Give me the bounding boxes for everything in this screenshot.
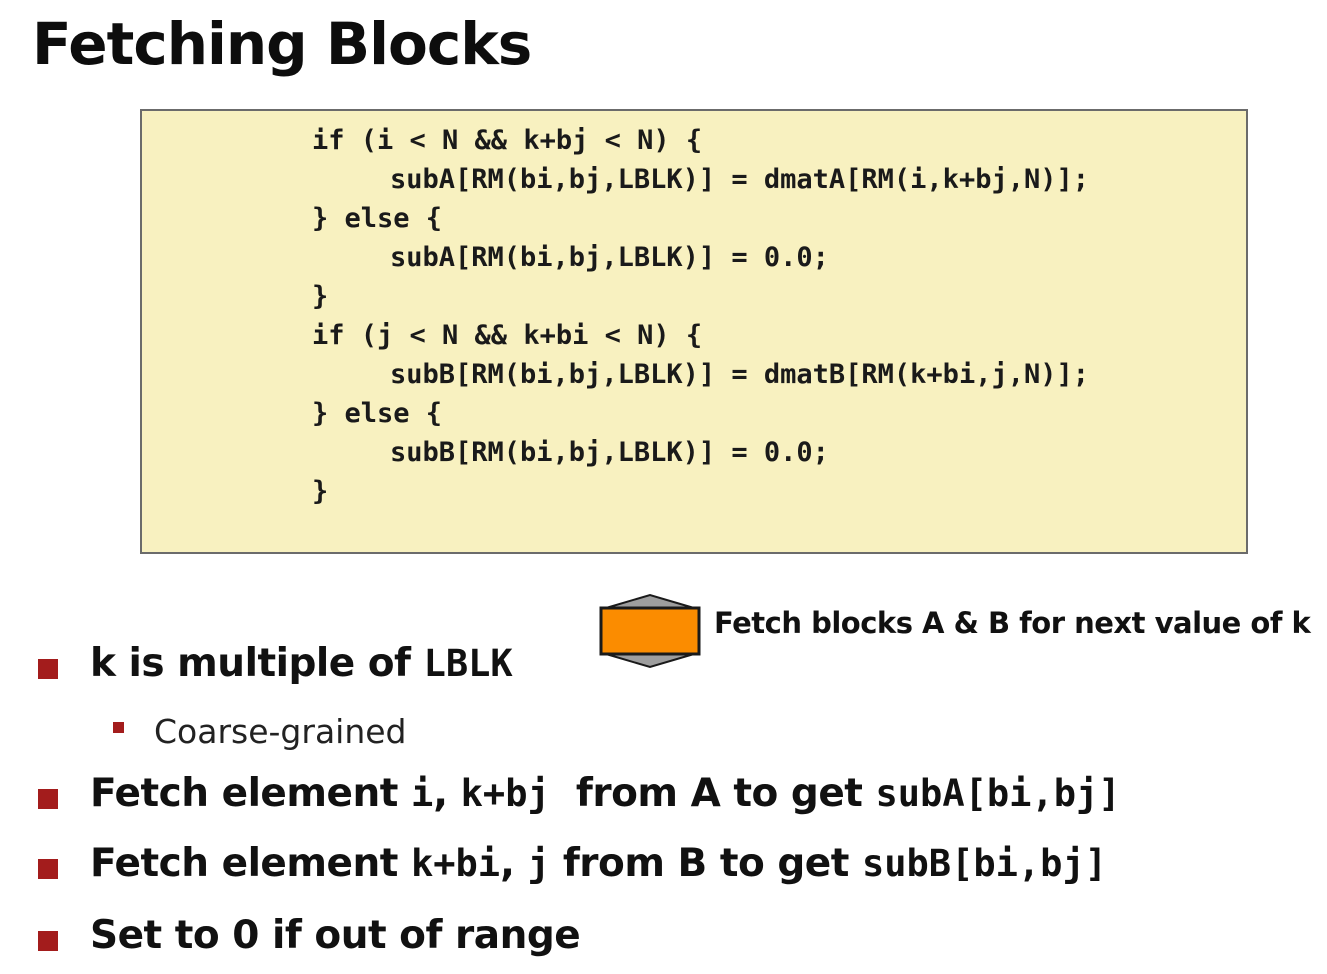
code-token: k+bi [410, 842, 501, 885]
bullet-text: k is multiple of [90, 641, 424, 686]
code-line: if (j < N && k+bi < N) { [312, 316, 1089, 355]
code-listing: if (i < N && k+bj < N) { subA[RM(bi,bj,LB… [312, 121, 1089, 511]
code-line-text: if (j < N && k+bi < N) { [312, 320, 703, 351]
code-line-text: } [312, 476, 329, 507]
code-line-text: } else { [312, 203, 443, 234]
code-token: subA[bi,bj] [875, 772, 1121, 815]
code-line: subB[RM(bi,bj,LBLK)] = 0.0; [312, 433, 1089, 472]
code-line: subA[RM(bi,bj,LBLK)] = 0.0; [312, 238, 1089, 277]
code-line-text: } else { [312, 398, 443, 429]
bullet-text: , [500, 841, 528, 886]
code-line: } [312, 277, 1089, 316]
sub-bullet-coarse-grained: Coarse-grained [154, 712, 407, 751]
fetch-block-icon [599, 593, 701, 669]
code-line-text: if (i < N && k+bj < N) { [312, 125, 703, 156]
bullet-fetch-a: Fetch element i, k+bj from A to get subA… [90, 771, 1121, 816]
code-block: if (i < N && k+bj < N) { subA[RM(bi,bj,LB… [140, 109, 1248, 554]
code-token: i [410, 772, 434, 815]
bullet-marker [38, 931, 58, 951]
bullet-set-zero: Set to 0 if out of range [90, 913, 581, 958]
bullet-fetch-b: Fetch element k+bi, j from B to get subB… [90, 841, 1107, 886]
bullet-marker [38, 659, 58, 679]
code-line: } [312, 472, 1089, 511]
code-token: LBLK [423, 642, 513, 685]
bullet-text: from B to get [549, 841, 862, 886]
code-line-text: subB[RM(bi,bj,LBLK)] = 0.0; [390, 437, 829, 468]
bullet-text: Fetch element [90, 841, 411, 886]
code-token: subB[bi,bj] [861, 842, 1108, 885]
code-token: k+bj [460, 772, 550, 815]
callout-label: Fetch blocks A & B for next value of k [714, 606, 1311, 640]
code-line: } else { [312, 199, 1089, 238]
bullet-marker [38, 789, 58, 809]
code-line: subA[RM(bi,bj,LBLK)] = dmatA[RM(i,k+bj,N… [312, 160, 1089, 199]
code-line-text: subA[RM(bi,bj,LBLK)] = dmatA[RM(i,k+bj,N… [390, 164, 1089, 195]
code-line: subB[RM(bi,bj,LBLK)] = dmatB[RM(k+bi,j,N… [312, 355, 1089, 394]
code-line: if (i < N && k+bj < N) { [312, 121, 1089, 160]
code-line: } else { [312, 394, 1089, 433]
code-line-text: } [312, 281, 329, 312]
sub-bullet-marker [113, 722, 124, 733]
code-line-text: subA[RM(bi,bj,LBLK)] = 0.0; [390, 242, 829, 273]
code-token: j [527, 842, 550, 885]
bullet-marker [38, 859, 58, 879]
bullet-text: Fetch element [90, 771, 411, 816]
slide-title: Fetching Blocks [32, 10, 532, 78]
bullet-k-multiple: k is multiple of LBLK [90, 641, 513, 686]
bullet-text: from A to get [549, 771, 876, 816]
bullet-text: , [433, 771, 461, 816]
code-line-text: subB[RM(bi,bj,LBLK)] = dmatB[RM(k+bi,j,N… [390, 359, 1089, 390]
